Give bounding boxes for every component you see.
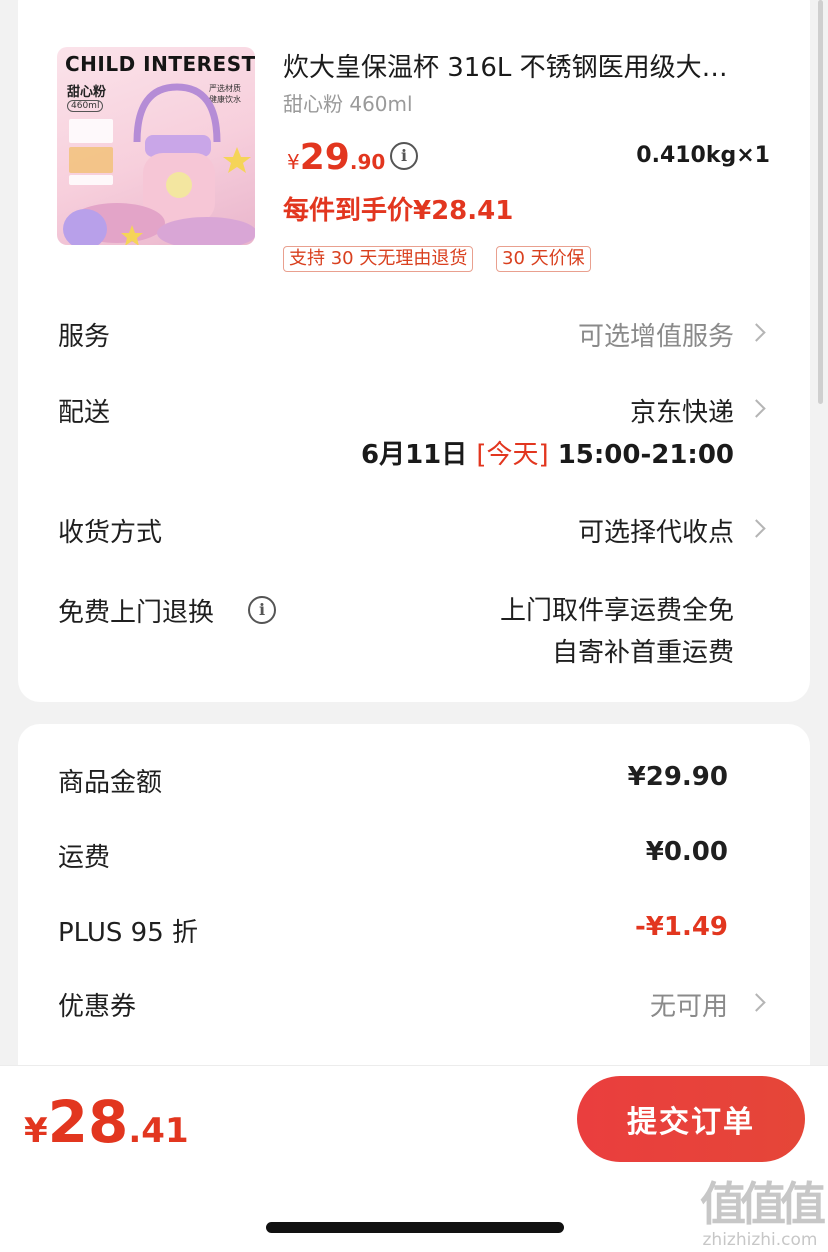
receive-method-value[interactable]: 可选择代收点 xyxy=(578,512,734,549)
delivery-time-slot[interactable]: 6月11日 [今天] 15:00-21:00 xyxy=(361,434,734,471)
delivery-label: 配送 xyxy=(58,398,111,428)
watermark: 值值值 zhizhizhi.com xyxy=(700,1177,826,1250)
plus-discount-label: PLUS 95 折 xyxy=(58,918,199,948)
product-weight-quantity: 0.410kg×1 xyxy=(636,143,770,168)
price-info-icon[interactable]: i xyxy=(390,142,418,170)
final-unit-price: 每件到手价¥28.41 xyxy=(283,196,514,226)
tag-return-policy: 支持 30 天无理由退货 xyxy=(283,246,474,272)
product-title[interactable]: 炊大皇保温杯 316L 不锈钢医用级大… xyxy=(283,47,728,84)
product-price: ¥29.90 xyxy=(287,137,386,178)
bottle-illustration xyxy=(63,83,255,245)
shipping-fee-label: 运费 xyxy=(58,843,111,873)
free-return-line1: 上门取件享运费全免 xyxy=(499,596,734,626)
service-label: 服务 xyxy=(58,322,111,352)
delivery-today-badge: [今天] xyxy=(476,440,549,470)
free-return-info-icon[interactable]: i xyxy=(248,596,276,624)
goods-amount-value: ¥29.90 xyxy=(627,762,728,792)
total-price: ¥28.41 xyxy=(24,1088,189,1156)
free-return-line2: 自寄补首重运费 xyxy=(551,638,734,668)
product-variant[interactable]: 甜心粉 460ml xyxy=(283,88,413,117)
service-value[interactable]: 可选增值服务 xyxy=(578,316,734,353)
delivery-method[interactable]: 京东快递 xyxy=(630,392,734,429)
shipping-fee-value: ¥0.00 xyxy=(645,837,728,867)
product-image[interactable]: CHILD INTEREST 甜心粉 460ml 严选材质 健康饮水 xyxy=(57,47,255,245)
plus-discount-value: -¥1.49 xyxy=(634,912,728,942)
coupon-value[interactable]: 无可用 xyxy=(650,986,728,1023)
free-return-label: 免费上门退换 xyxy=(58,598,215,628)
submit-order-button[interactable]: 提交订单 xyxy=(577,1076,805,1162)
receive-method-label: 收货方式 xyxy=(58,518,163,548)
goods-amount-label: 商品金额 xyxy=(58,768,163,798)
home-indicator[interactable] xyxy=(266,1222,564,1233)
tag-price-protection: 30 天价保 xyxy=(496,246,591,272)
coupon-label: 优惠券 xyxy=(58,992,137,1022)
scrollbar[interactable] xyxy=(818,0,823,404)
